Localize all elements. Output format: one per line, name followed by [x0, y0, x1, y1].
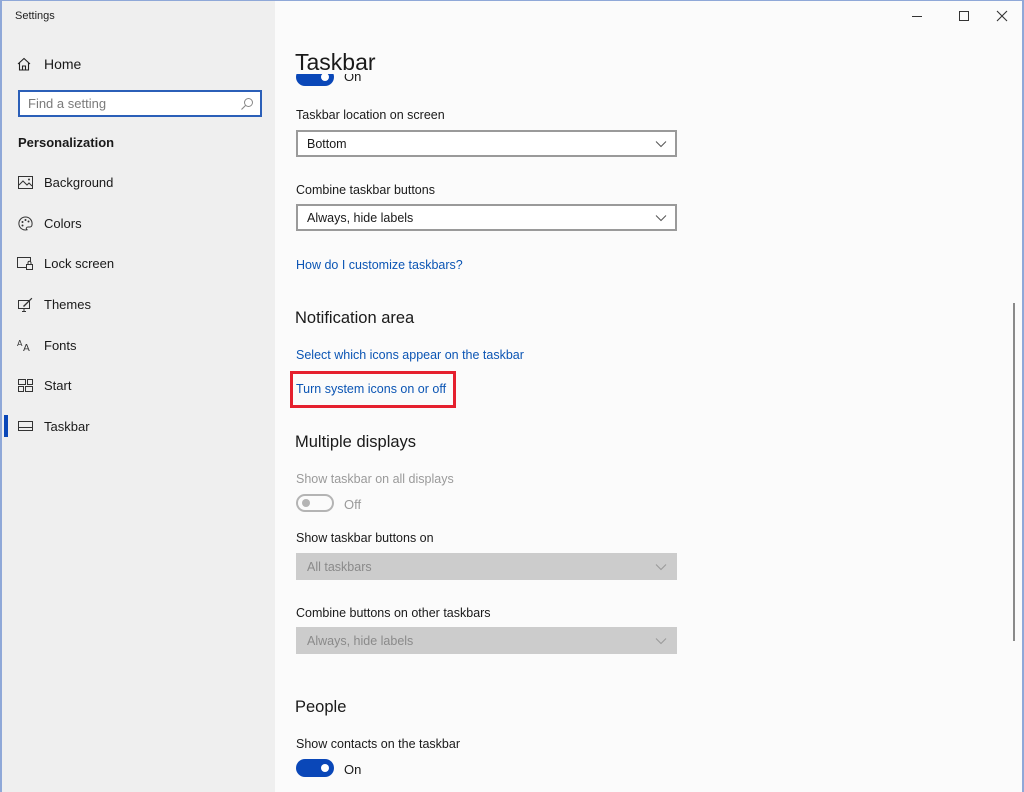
search-box[interactable] [18, 90, 262, 117]
home-icon [17, 57, 31, 71]
top-toggle-state: On [344, 74, 362, 84]
show-contacts-label: Show contacts on the taskbar [296, 737, 460, 751]
start-tiles-icon [17, 378, 33, 394]
sidebar-home[interactable]: Home [16, 53, 81, 75]
taskbar-icon [17, 418, 33, 434]
show-contacts-state: On [344, 762, 362, 777]
select-value: All taskbars [307, 559, 372, 574]
chevron-down-icon [655, 563, 667, 570]
show-buttons-on-select[interactable]: All taskbars [296, 553, 677, 580]
chevron-down-icon [655, 214, 667, 221]
sidebar-item-taskbar[interactable]: Taskbar [2, 406, 275, 447]
multiple-displays-heading: Multiple displays [295, 433, 417, 451]
sidebar-item-colors[interactable]: Colors [2, 203, 275, 244]
sidebar-item-label: Taskbar [44, 418, 90, 434]
settings-window: Settings Home Personalization Background [0, 0, 1024, 792]
show-all-displays-toggle[interactable] [296, 494, 334, 512]
sidebar-item-background[interactable]: Background [2, 162, 275, 203]
sidebar-item-start[interactable]: Start [2, 365, 275, 406]
taskbar-location-select[interactable]: Bottom [296, 130, 677, 157]
vertical-scrollbar[interactable] [1013, 303, 1015, 641]
notification-area-heading: Notification area [295, 309, 415, 327]
combine-other-label: Combine buttons on other taskbars [296, 606, 491, 620]
customize-taskbars-link[interactable]: How do I customize taskbars? [296, 258, 463, 272]
people-heading: People [295, 698, 347, 716]
chevron-down-icon [655, 140, 667, 147]
select-icons-link[interactable]: Select which icons appear on the taskbar [296, 348, 524, 362]
search-input[interactable] [20, 96, 240, 111]
top-toggle[interactable] [296, 74, 334, 86]
lock-screen-icon [17, 256, 33, 272]
select-value: Always, hide labels [307, 633, 414, 648]
picture-icon [17, 174, 33, 190]
home-label: Home [44, 56, 82, 72]
sidebar-item-label: Start [44, 378, 72, 394]
sidebar-item-themes[interactable]: Themes [2, 284, 275, 325]
page-title: Taskbar [295, 49, 376, 75]
sidebar-item-label: Lock screen [44, 256, 115, 272]
show-buttons-on-label: Show taskbar buttons on [296, 531, 434, 545]
sidebar-item-label: Fonts [44, 337, 77, 353]
select-value: Bottom [307, 136, 347, 151]
palette-icon [17, 215, 33, 231]
combine-other-select[interactable]: Always, hide labels [296, 627, 677, 654]
sidebar-item-label: Themes [44, 296, 91, 312]
sidebar-item-label: Background [44, 174, 114, 190]
search-icon[interactable] [240, 97, 254, 111]
select-value: Always, hide labels [307, 210, 414, 225]
sidebar: Settings Home Personalization Background [2, 1, 275, 792]
show-all-displays-state: Off [344, 497, 362, 512]
svg-text:A: A [23, 343, 30, 352]
taskbar-location-label: Taskbar location on screen [296, 108, 445, 122]
sidebar-item-lock-screen[interactable]: Lock screen [2, 243, 275, 284]
combine-buttons-select[interactable]: Always, hide labels [296, 204, 677, 231]
app-title: Settings [15, 10, 55, 22]
chevron-down-icon [655, 637, 667, 644]
sidebar-item-fonts[interactable]: AA Fonts [2, 325, 275, 366]
sidebar-item-label: Colors [44, 215, 82, 231]
top-toggle-clip: On [296, 74, 496, 88]
combine-buttons-label: Combine taskbar buttons [296, 183, 435, 197]
main-content: Taskbar On Taskbar location on screen Bo… [275, 1, 1020, 792]
section-title-personalization: Personalization [18, 135, 115, 150]
system-icons-link[interactable]: Turn system icons on or off [296, 382, 446, 396]
show-all-displays-label: Show taskbar on all displays [296, 472, 454, 486]
sidebar-nav: Background Colors Lock screen Themes A A… [2, 162, 275, 447]
fonts-icon: AA [17, 337, 33, 353]
themes-brush-icon [17, 296, 33, 312]
show-contacts-toggle[interactable] [296, 759, 334, 777]
